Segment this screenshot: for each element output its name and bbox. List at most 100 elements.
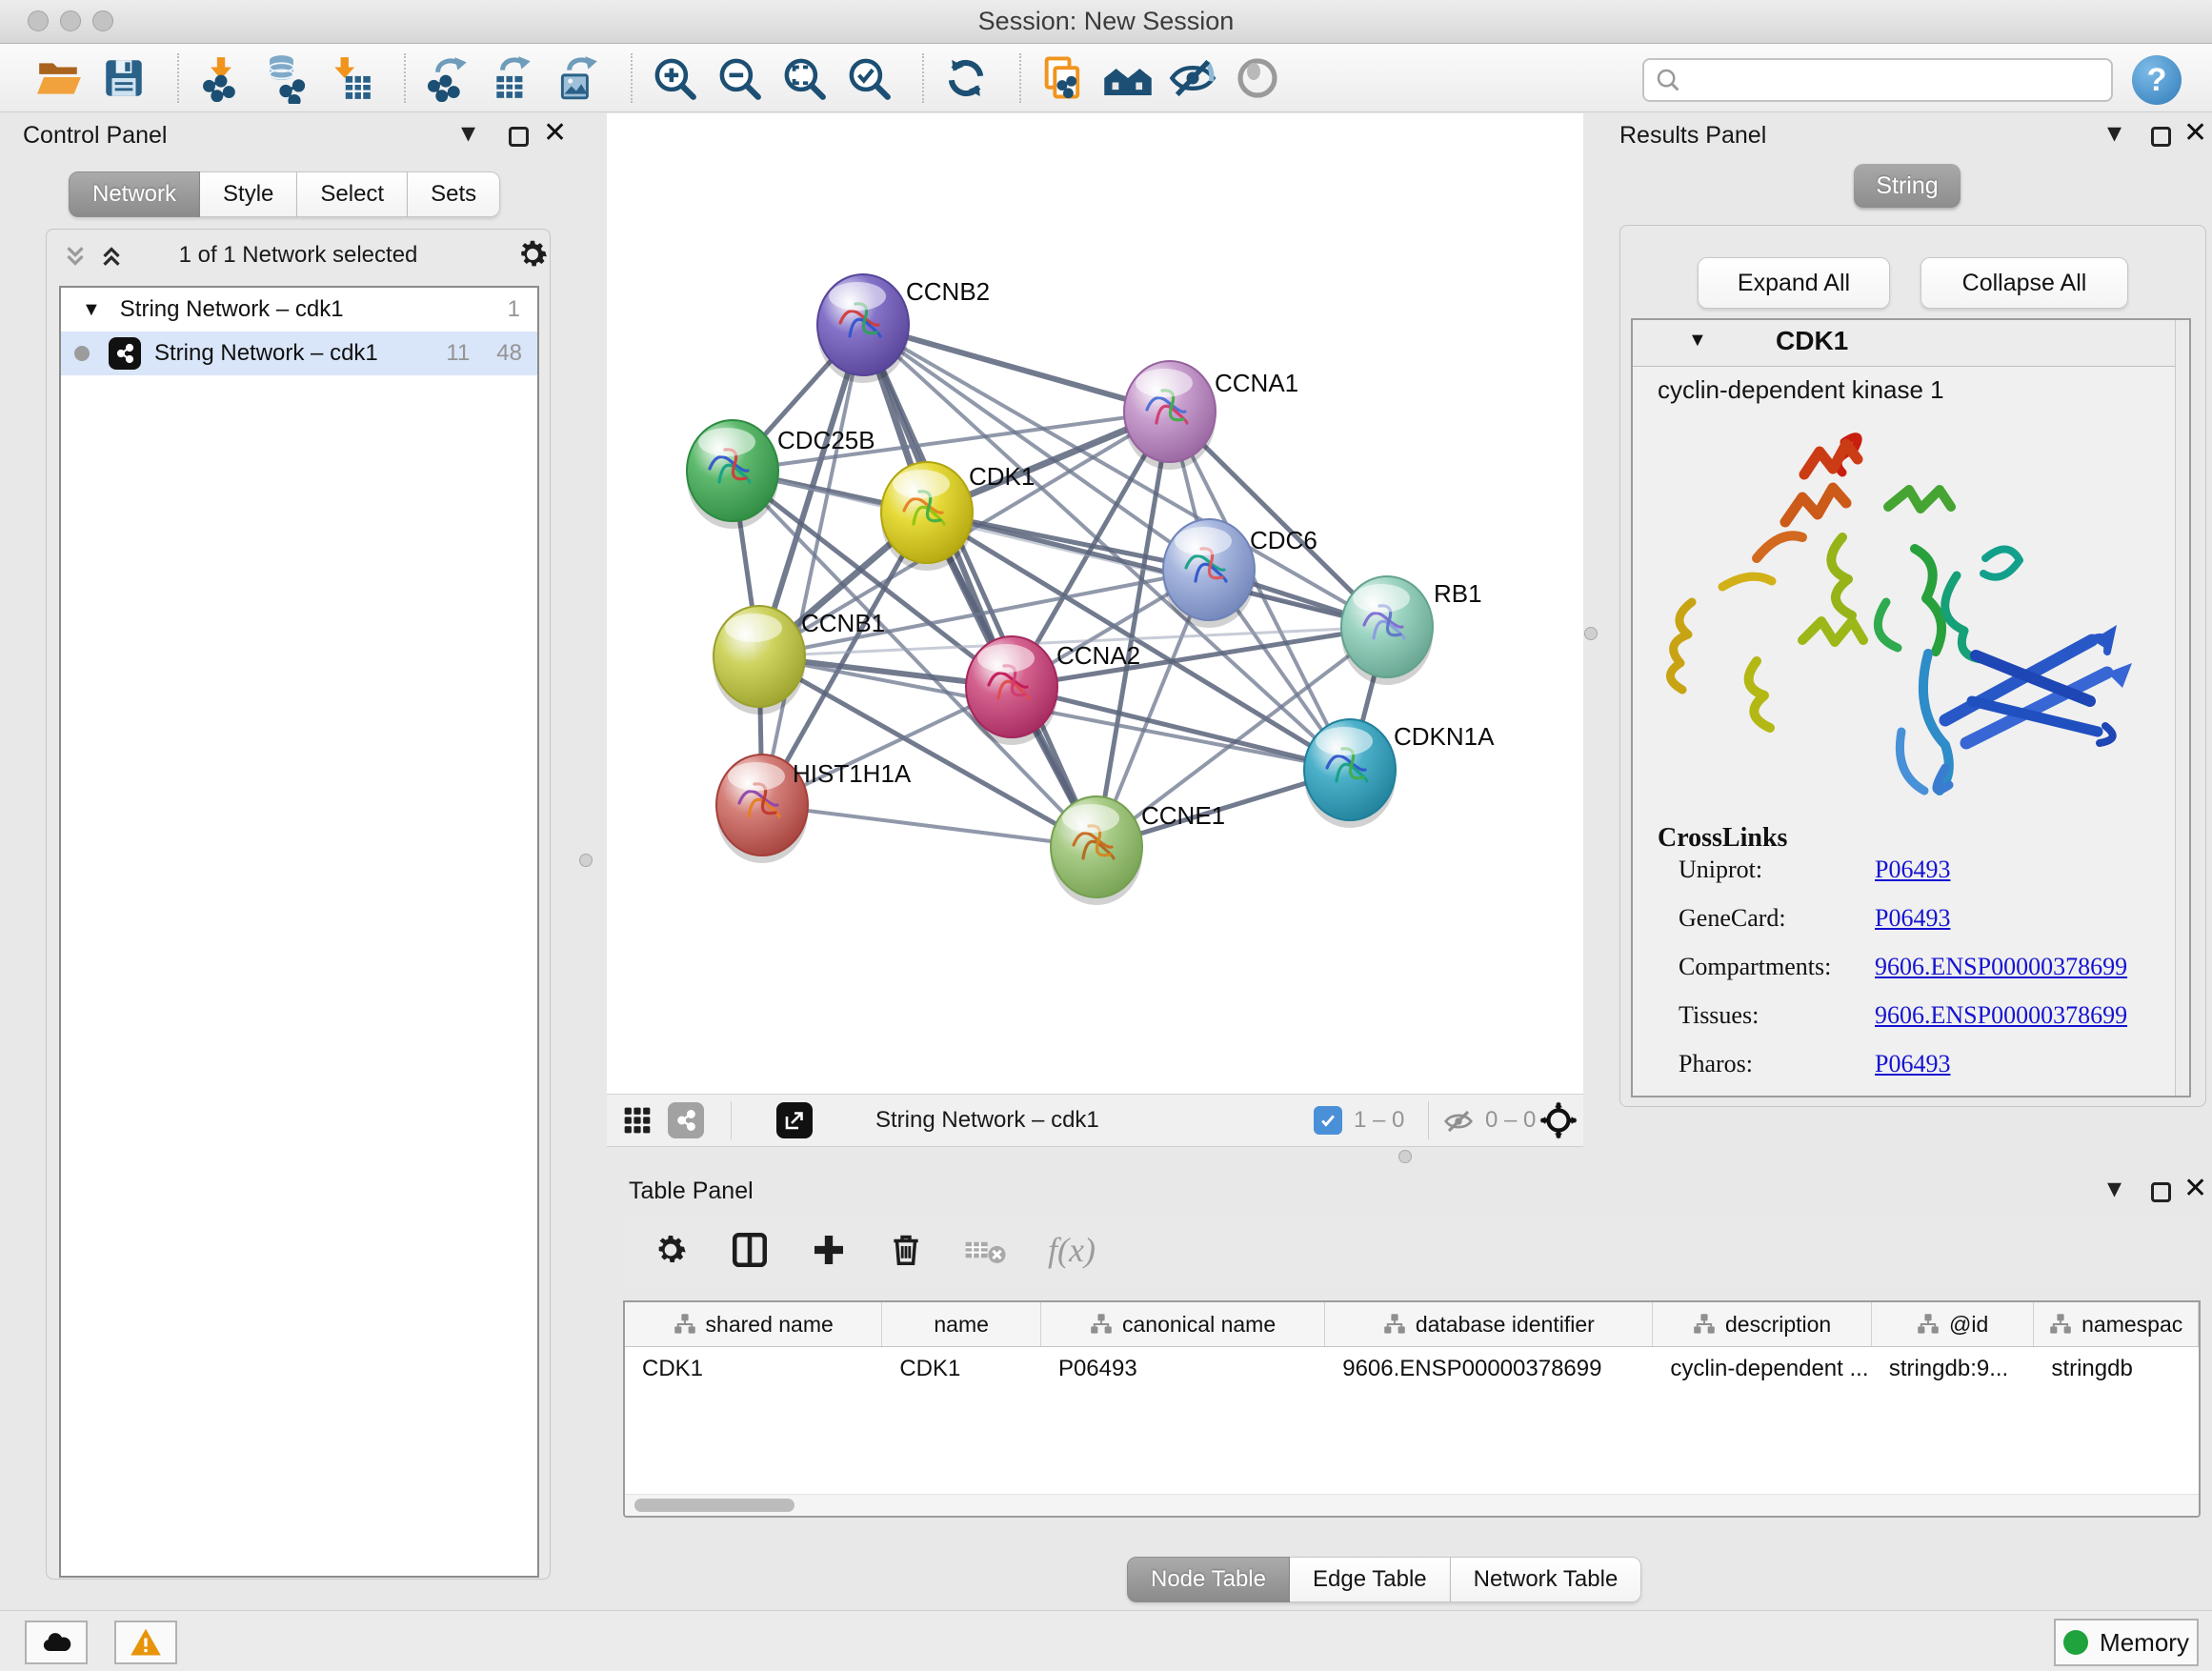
network-node[interactable] bbox=[817, 274, 909, 383]
open-file-icon[interactable] bbox=[32, 51, 86, 105]
refresh-view-icon[interactable] bbox=[939, 51, 993, 105]
table-cell[interactable]: cyclin-dependent ... bbox=[1653, 1347, 1871, 1391]
control-panel-menu-button[interactable]: ▾ bbox=[461, 124, 475, 147]
collapse-entry-triangle-icon[interactable]: ▼ bbox=[1688, 330, 1707, 352]
table-row[interactable]: CDK1CDK1P064939606.ENSP00000378699cyclin… bbox=[625, 1347, 2199, 1391]
results-panel-close-button[interactable]: ✕ bbox=[2183, 123, 2207, 147]
create-column-plus-icon[interactable] bbox=[810, 1231, 848, 1269]
network-node[interactable] bbox=[966, 636, 1057, 745]
import-table-file-icon[interactable] bbox=[324, 51, 377, 105]
zoom-fit-icon[interactable] bbox=[777, 51, 831, 105]
import-network-file-icon[interactable] bbox=[194, 51, 248, 105]
selected-checkbox-icon[interactable] bbox=[1314, 1106, 1342, 1135]
collapse-all-button[interactable]: Collapse All bbox=[1920, 257, 2128, 309]
delete-column-trash-icon[interactable] bbox=[888, 1232, 924, 1268]
network-options-gear-icon[interactable] bbox=[514, 236, 551, 277]
tab-edge-table[interactable]: Edge Table bbox=[1290, 1557, 1451, 1602]
column-header-database-identifier[interactable]: database identifier bbox=[1325, 1302, 1653, 1346]
hidden-eye-icon[interactable] bbox=[1443, 1106, 1474, 1141]
crosslink-link[interactable]: P06493 bbox=[1875, 856, 1950, 884]
warning-button[interactable] bbox=[114, 1621, 177, 1664]
network-node[interactable] bbox=[714, 606, 805, 715]
table-panel-float-button[interactable] bbox=[2151, 1182, 2171, 1207]
crosslink-link[interactable]: P06493 bbox=[1875, 904, 1950, 933]
table-panel-close-button[interactable]: ✕ bbox=[2183, 1178, 2207, 1202]
table-hscrollbar-thumb[interactable] bbox=[634, 1499, 794, 1512]
table-cell[interactable]: stringdb bbox=[2034, 1347, 2199, 1391]
column-header-namespac[interactable]: namespac bbox=[2034, 1302, 2199, 1346]
save-session-icon[interactable] bbox=[97, 51, 151, 105]
hide-annotations-icon[interactable] bbox=[1166, 51, 1219, 105]
table-cell[interactable]: stringdb:9... bbox=[1872, 1347, 2035, 1391]
help-icon[interactable]: ? bbox=[2132, 55, 2182, 105]
network-share-view-icon[interactable] bbox=[668, 1102, 704, 1138]
node-table: shared namenamecanonical namedatabase id… bbox=[623, 1300, 2201, 1518]
show-columns-icon[interactable] bbox=[730, 1230, 770, 1270]
network-node[interactable] bbox=[1341, 576, 1433, 685]
tab-sets[interactable]: Sets bbox=[408, 171, 500, 217]
tab-string[interactable]: String bbox=[1854, 164, 1961, 208]
control-panel-close-button[interactable]: ✕ bbox=[543, 123, 567, 147]
table-cell[interactable]: CDK1 bbox=[625, 1347, 882, 1391]
network-edge[interactable] bbox=[762, 325, 863, 805]
vertical-splitter-handle[interactable] bbox=[579, 854, 593, 867]
network-row[interactable]: String Network – cdk1 11 48 bbox=[61, 332, 537, 375]
birdseye-crosshair-icon[interactable] bbox=[1538, 1100, 1579, 1145]
column-header-description[interactable]: description bbox=[1653, 1302, 1871, 1346]
open-in-new-window-icon[interactable] bbox=[776, 1102, 813, 1138]
results-panel-float-button[interactable] bbox=[2151, 127, 2171, 151]
zoom-out-icon[interactable] bbox=[713, 51, 766, 105]
toolbar-separator bbox=[631, 53, 633, 103]
network-collection-row[interactable]: ▼ String Network – cdk1 1 bbox=[61, 288, 537, 332]
export-network-icon[interactable] bbox=[421, 51, 474, 105]
import-network-database-icon[interactable] bbox=[259, 51, 312, 105]
crosslink-link[interactable]: P06493 bbox=[1875, 1050, 1950, 1078]
gene-header[interactable]: ▼ CDK1 bbox=[1633, 320, 2189, 367]
tab-select[interactable]: Select bbox=[297, 171, 408, 217]
search-input[interactable] bbox=[1682, 66, 2086, 94]
results-panel-menu-button[interactable]: ▾ bbox=[2107, 124, 2122, 147]
collection-expand-triangle-icon[interactable]: ▼ bbox=[82, 299, 101, 321]
expand-all-button[interactable]: Expand All bbox=[1698, 257, 1890, 309]
results-scrollbar[interactable] bbox=[2175, 320, 2189, 1096]
cloud-button[interactable] bbox=[25, 1621, 88, 1664]
network-node[interactable] bbox=[881, 462, 973, 571]
column-header--id[interactable]: @id bbox=[1872, 1302, 2035, 1346]
crosslink-link[interactable]: 9606.ENSP00000378699 bbox=[1875, 953, 2127, 981]
tab-network-table[interactable]: Network Table bbox=[1451, 1557, 1642, 1602]
network-node[interactable] bbox=[1051, 796, 1142, 905]
network-list: ▼ String Network – cdk1 1 String Network… bbox=[59, 286, 539, 1578]
table-settings-gear-icon[interactable] bbox=[652, 1231, 690, 1269]
network-node[interactable] bbox=[1163, 519, 1255, 628]
column-header-name[interactable]: name bbox=[882, 1302, 1041, 1346]
tab-style[interactable]: Style bbox=[200, 171, 297, 217]
network-node[interactable] bbox=[1304, 719, 1396, 828]
duplicate-network-icon[interactable] bbox=[1036, 51, 1090, 105]
tab-node-table[interactable]: Node Table bbox=[1127, 1557, 1290, 1602]
crosslink-link[interactable]: 9606.ENSP00000378699 bbox=[1875, 1001, 2127, 1030]
export-image-icon[interactable] bbox=[551, 51, 604, 105]
network-edge[interactable] bbox=[762, 805, 1096, 847]
zoom-selected-icon[interactable] bbox=[842, 51, 895, 105]
grid-view-icon[interactable] bbox=[622, 1105, 653, 1140]
table-cell[interactable]: CDK1 bbox=[882, 1347, 1041, 1391]
network-graph[interactable]: CCNB2CCNA1CDC25BCDK1CDC6RB1CCNB1CCNA2CDK… bbox=[607, 113, 1583, 1094]
table-panel-menu-button[interactable]: ▾ bbox=[2107, 1179, 2122, 1202]
table-hscrollbar[interactable] bbox=[625, 1494, 2199, 1516]
table-cell[interactable]: P06493 bbox=[1041, 1347, 1325, 1391]
network-node[interactable] bbox=[687, 420, 778, 529]
column-header-canonical-name[interactable]: canonical name bbox=[1041, 1302, 1325, 1346]
network-node[interactable] bbox=[1124, 361, 1216, 470]
search-field[interactable] bbox=[1642, 58, 2113, 102]
tab-network[interactable]: Network bbox=[69, 171, 200, 217]
control-panel-float-button[interactable] bbox=[509, 127, 529, 151]
column-header-shared-name[interactable]: shared name bbox=[625, 1302, 882, 1346]
horizontal-splitter-handle[interactable] bbox=[1398, 1150, 1412, 1163]
houses-icon[interactable] bbox=[1101, 51, 1155, 105]
network-canvas[interactable]: CCNB2CCNA1CDC25BCDK1CDC6RB1CCNB1CCNA2CDK… bbox=[607, 113, 1583, 1094]
vertical-splitter-handle[interactable] bbox=[1584, 627, 1598, 640]
export-table-icon[interactable] bbox=[486, 51, 539, 105]
zoom-in-icon[interactable] bbox=[648, 51, 701, 105]
memory-button[interactable]: Memory bbox=[2054, 1619, 2199, 1666]
table-cell[interactable]: 9606.ENSP00000378699 bbox=[1325, 1347, 1653, 1391]
